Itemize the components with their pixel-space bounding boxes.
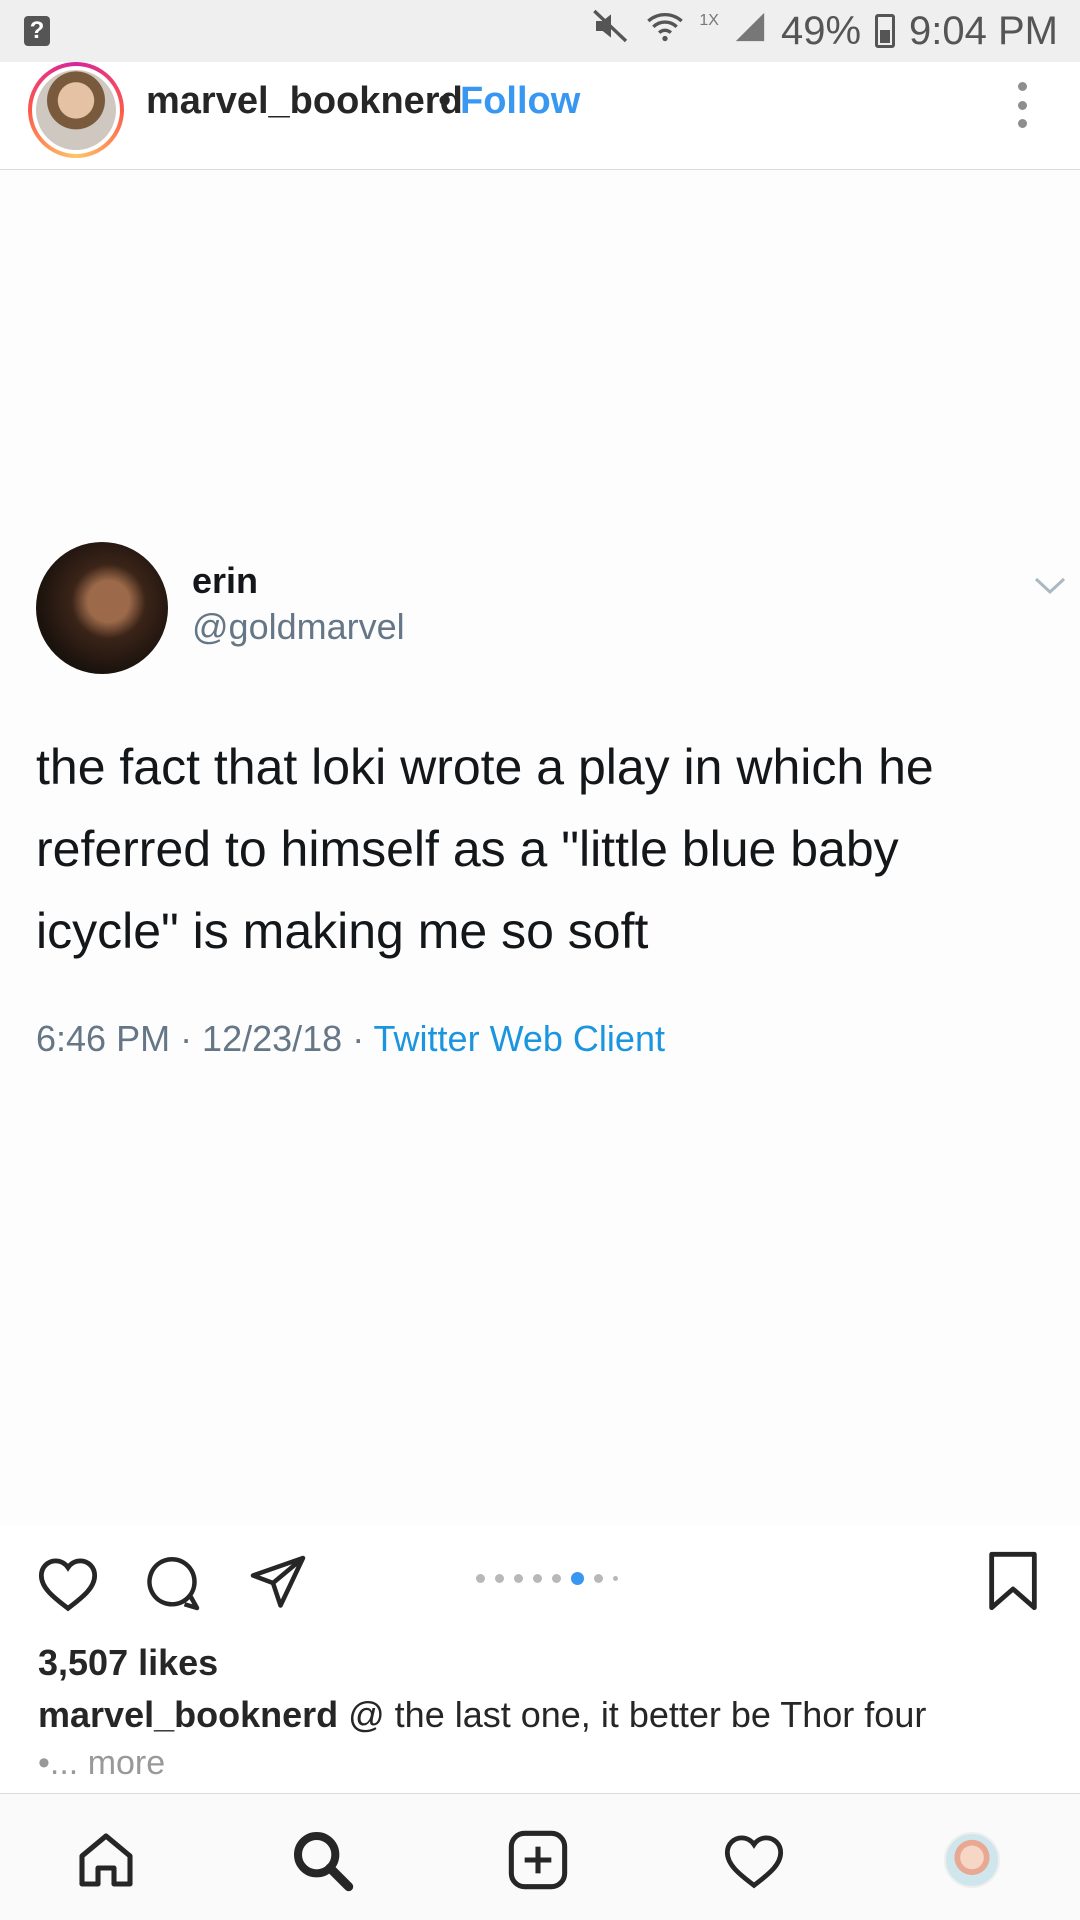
activity-heart-icon[interactable]	[722, 1828, 786, 1892]
tweet-client: Twitter Web Client	[373, 1018, 665, 1059]
post-header: marvel_booknerd • Follow	[0, 62, 1080, 170]
tweet-text: the fact that loki wrote a play in which…	[36, 739, 934, 959]
bottom-nav	[0, 1793, 1080, 1920]
status-icons: 1X 49% 9:04 PM	[591, 0, 1058, 62]
search-icon[interactable]	[290, 1828, 354, 1892]
battery-icon	[875, 14, 896, 48]
carousel-indicator	[476, 1572, 618, 1585]
caption-text: @ the last one, it better be Thor four	[338, 1694, 927, 1735]
share-icon[interactable]	[248, 1553, 308, 1613]
tweet-avatar	[36, 542, 168, 674]
carousel-dot	[594, 1574, 603, 1583]
carousel-dot	[514, 1574, 523, 1583]
save-bookmark-icon[interactable]	[984, 1549, 1042, 1613]
post-image[interactable]: erin @goldmarvel the fact that loki wrot…	[0, 170, 1080, 1525]
carousel-dot	[613, 1576, 618, 1581]
add-post-icon[interactable]	[506, 1828, 570, 1892]
status-bar: ? 1X 49% 9:04 PM	[0, 0, 1080, 62]
post-caption: marvel_booknerd @ the last one, it bette…	[38, 1694, 1048, 1736]
post-username[interactable]: marvel_booknerd	[146, 80, 463, 123]
likes-count[interactable]: 3,507 likes	[38, 1642, 218, 1684]
carousel-dot	[552, 1574, 561, 1583]
user-avatar[interactable]	[28, 62, 124, 158]
mute-icon	[591, 6, 631, 56]
carousel-dot	[533, 1574, 542, 1583]
carousel-dot	[476, 1574, 485, 1583]
network-badge: 1X	[699, 12, 719, 29]
chevron-down-icon	[1034, 577, 1066, 595]
profile-avatar[interactable]	[940, 1828, 1004, 1892]
signal-icon	[733, 9, 767, 54]
tweet-author-name: erin	[192, 560, 259, 601]
like-heart-icon[interactable]	[36, 1553, 100, 1613]
wifi-icon	[645, 6, 685, 56]
tweet-meta: 6:46 PM · 12/23/18 · Twitter Web Client	[36, 1018, 665, 1060]
battery-percent: 49%	[780, 8, 862, 53]
carousel-dot	[495, 1574, 504, 1583]
tweet-timestamp: 6:46 PM · 12/23/18 ·	[36, 1018, 374, 1059]
home-icon[interactable]	[74, 1828, 138, 1892]
tweet-author-handle: @goldmarvel	[192, 606, 405, 647]
unknown-notification-icon: ?	[24, 16, 50, 46]
caption-username[interactable]: marvel_booknerd	[38, 1694, 338, 1735]
username-separator: •	[438, 80, 452, 122]
more-options-icon[interactable]	[1016, 82, 1028, 128]
caption-more-link[interactable]: •... more	[38, 1744, 165, 1783]
carousel-dot	[571, 1572, 584, 1585]
follow-button[interactable]: Follow	[460, 80, 580, 123]
comment-icon[interactable]	[142, 1553, 202, 1613]
status-time: 9:04 PM	[909, 8, 1058, 53]
